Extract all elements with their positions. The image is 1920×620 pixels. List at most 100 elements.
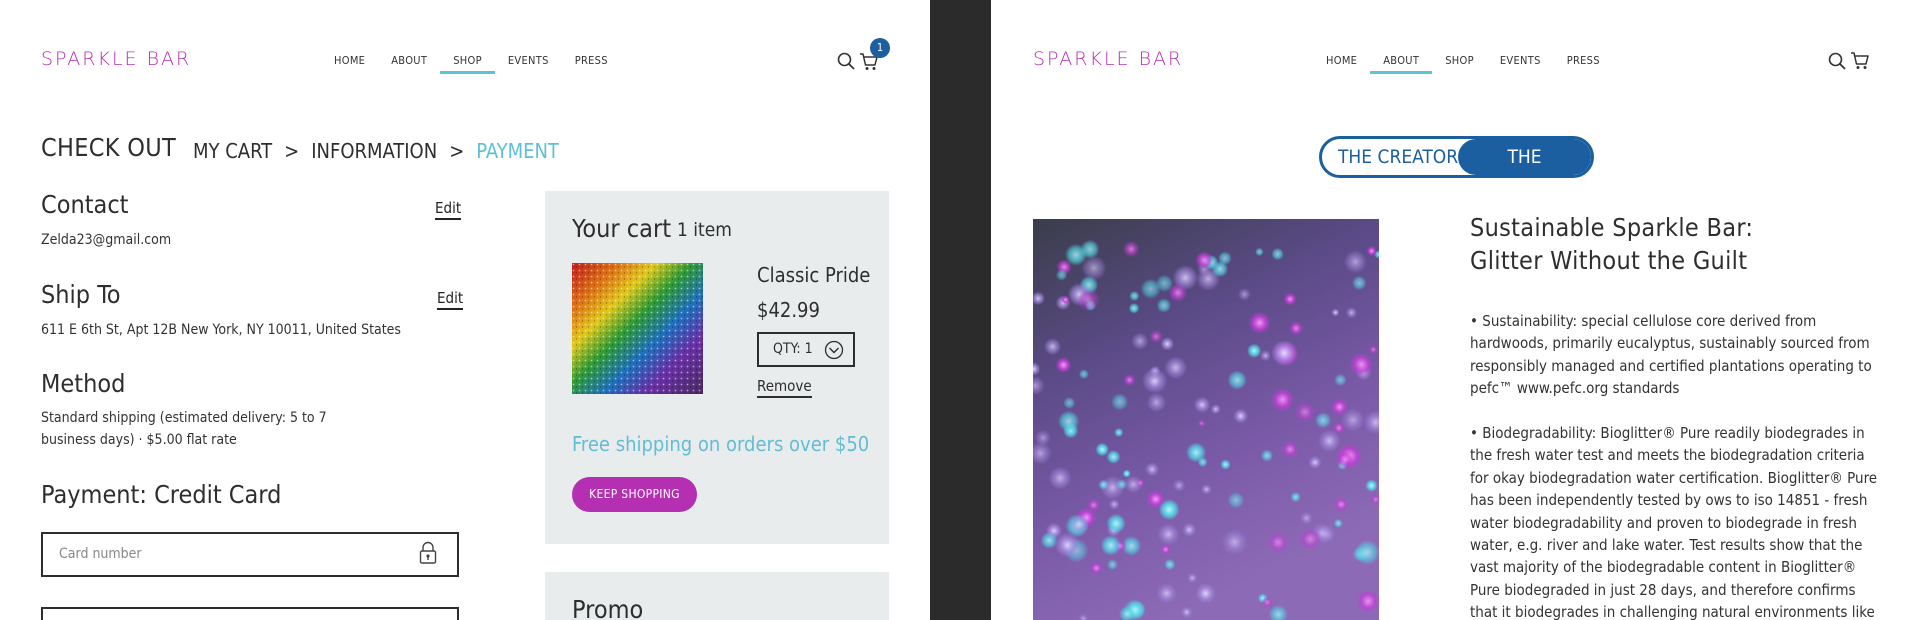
logo[interactable]: SPARKLE BAR [41,48,191,70]
remove-item-link[interactable]: Remove [757,377,812,398]
card-number-placeholder: Card number [59,546,142,562]
bokeh-dot [1233,408,1249,424]
nav-home[interactable]: HOME [1313,54,1370,71]
card-number-field[interactable]: Card number [41,532,459,577]
products-heading-line2: Glitter Without the Guilt [1470,246,1748,275]
bokeh-dot [1349,352,1374,377]
bokeh-dot [1108,498,1120,510]
bokeh-dot [1078,369,1089,380]
quantity-value: QTY: 1 [773,341,813,357]
bokeh-dot [1193,396,1211,413]
bokeh-dot [1048,466,1072,490]
method-heading: Method [41,369,126,398]
main-nav: HOME ABOUT SHOP EVENTS PRESS [321,54,621,74]
breadcrumb-information[interactable]: INFORMATION [311,139,437,163]
edit-contact-link[interactable]: Edit [435,199,462,220]
bokeh-dot [1289,321,1304,336]
bokeh-dot [1260,350,1271,362]
logo[interactable]: SPARKLE BAR [1033,48,1183,70]
free-shipping-notice: Free shipping on orders over $50 [572,432,870,456]
bokeh-dot [1308,455,1322,470]
bokeh-dot [1164,558,1176,571]
shipping-method: Standard shipping (estimated delivery: 5… [41,410,327,448]
bokeh-dot [1044,338,1062,356]
products-heading: Sustainable Sparkle Bar: Glitter Without… [1470,211,1753,277]
bokeh-dot [1040,532,1058,549]
nav-shop[interactable]: SHOP [1432,54,1487,71]
bokeh-dot [1290,491,1301,503]
cart-item-count: 1 item [677,219,732,241]
nav-events[interactable]: EVENTS [1487,54,1554,71]
cart-count-badge: 1 [870,38,890,58]
chevron-down-icon[interactable] [824,340,844,360]
search-icon[interactable] [1828,52,1846,70]
shipping-address: 611 E 6th St, Apt 12B New York, NY 10011… [41,322,401,338]
bokeh-dot [1160,544,1172,555]
bokeh-dot [1168,283,1188,302]
bokeh-dot [1271,340,1297,366]
card-name-field[interactable] [41,607,459,620]
bokeh-dot [1181,606,1193,618]
nav-shop[interactable]: SHOP [440,54,495,74]
bokeh-dot [1157,523,1180,546]
glitter-bokeh-image [1033,219,1379,620]
bokeh-dot [1100,535,1121,556]
bokeh-dot [1366,246,1377,256]
bokeh-dot [1077,288,1100,312]
nav-home[interactable]: HOME [321,54,378,71]
bokeh-dot [1341,408,1365,432]
bokeh-dot [1354,540,1379,565]
ship-to-heading: Ship To [41,280,121,309]
bokeh-dot [1141,368,1168,394]
cart-heading: Your cart [572,214,672,243]
bokeh-dot [1227,370,1247,390]
bokeh-dot [1238,288,1251,301]
keep-shopping-button[interactable]: KEEP SHOPPING [572,477,697,512]
bokeh-dot [1160,337,1175,351]
bokeh-dot [1368,345,1378,355]
product-name[interactable]: Classic Pride [757,263,870,287]
product-price: $42.99 [757,298,820,322]
cart-icon[interactable] [1850,51,1870,70]
nav-about[interactable]: ABOUT [378,54,440,71]
bokeh-dot [1299,511,1313,525]
nav-press[interactable]: PRESS [562,54,621,71]
bokeh-dot [1146,489,1165,509]
page-title: CHECK OUT [41,133,177,162]
bokeh-dot [1111,393,1129,411]
tab-the-products[interactable]: THE PRODUCTS [1458,139,1591,204]
bokeh-dot [1146,392,1167,413]
product-thumbnail[interactable] [572,263,703,394]
bokeh-dot [1145,462,1160,477]
bokeh-dot [1063,396,1076,409]
tab-the-creator[interactable]: THE CREATOR [1338,139,1458,175]
breadcrumb-separator: > [449,139,465,163]
bokeh-dot [1056,269,1068,281]
quantity-select[interactable]: QTY: 1 [757,332,855,367]
bokeh-dot [1334,497,1349,512]
checkout-page: SPARKLE BAR HOME ABOUT SHOP EVENTS PRESS… [0,0,930,620]
bokeh-dot [1318,429,1341,453]
edit-ship-to-link[interactable]: Edit [437,289,464,310]
creator-products-toggle: THE CREATOR THE PRODUCTS [1319,136,1594,204]
panel-divider [930,0,991,620]
bokeh-dot [1087,498,1101,512]
contact-heading: Contact [41,190,129,219]
nav-about[interactable]: ABOUT [1370,54,1433,74]
bokeh-dot [1220,459,1231,470]
bokeh-dot [1365,479,1378,492]
bokeh-dot [1221,529,1248,555]
breadcrumb-my-cart[interactable]: MY CART [193,139,272,163]
bokeh-dot [1267,531,1289,553]
nav-events[interactable]: EVENTS [495,54,562,71]
nav-press[interactable]: PRESS [1554,54,1613,71]
search-icon[interactable] [837,52,855,70]
bokeh-dot [1195,583,1216,604]
bokeh-dot [1098,479,1109,490]
bokeh-dot [1352,275,1367,291]
bokeh-dot [1107,559,1118,571]
bokeh-dot [1064,243,1088,266]
main-nav: HOME ABOUT SHOP EVENTS PRESS [1313,54,1613,74]
bokeh-dot [1164,356,1188,380]
bokeh-dot [1140,278,1161,299]
